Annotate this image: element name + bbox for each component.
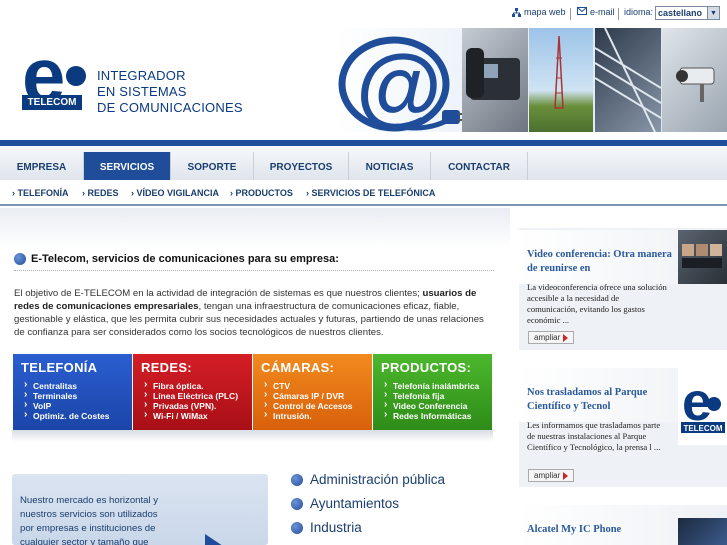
- service-box-productos[interactable]: PRODUCTOS: Telefonía inalámbrica Telefon…: [373, 354, 492, 430]
- sector-item[interactable]: Ayuntamientos: [291, 496, 399, 511]
- service-box-item[interactable]: Redes Informáticas: [381, 410, 484, 421]
- service-box-item[interactable]: Telefonía fija: [381, 390, 484, 401]
- news-body: La videoconferencia ofrece una solución …: [527, 282, 667, 325]
- subnav-video-vigilancia[interactable]: › VÍDEO VIGILANCIA: [131, 188, 219, 198]
- nav-servicios[interactable]: SERVICIOS: [84, 152, 171, 182]
- video-conference-thumbnail: [678, 230, 727, 284]
- subnav-productos[interactable]: › PRODUCTOS: [230, 188, 293, 198]
- service-box-item[interactable]: Línea Eléctrica (PLC): [141, 390, 244, 401]
- news-title[interactable]: Alcatel My IC Phone: [527, 523, 672, 537]
- tagline-line: INTEGRADOR: [97, 68, 186, 83]
- service-box-title: CÁMARAS:: [261, 360, 335, 375]
- arrow-right-icon[interactable]: [205, 534, 223, 545]
- svg-text:@: @: [356, 36, 442, 132]
- chevron-down-icon: ▼: [707, 7, 719, 19]
- divider: [570, 8, 571, 20]
- language-select[interactable]: castellano ▼: [655, 6, 720, 20]
- service-box-item[interactable]: Centralitas: [21, 380, 124, 391]
- service-box-item[interactable]: Terminales: [21, 390, 124, 401]
- service-box-title: REDES:: [141, 360, 192, 375]
- service-box-item[interactable]: Video Conferencia: [381, 400, 484, 411]
- news-divider: [519, 350, 727, 368]
- header-tagline: INTEGRADOR EN SISTEMAS DE COMUNICACIONES: [97, 68, 243, 116]
- dotted-divider: [14, 270, 494, 271]
- ic-phone-thumbnail: [678, 518, 727, 545]
- section-title: E-Telecom, servicios de comunicaciones p…: [14, 253, 339, 265]
- email-link[interactable]: e-mail: [577, 7, 615, 17]
- sector-label: Industria: [310, 520, 362, 535]
- divider: [618, 8, 619, 20]
- subnav-redes[interactable]: › REDES: [82, 188, 119, 198]
- service-box-item[interactable]: VoIP: [21, 400, 124, 411]
- sector-item[interactable]: Administración pública: [291, 472, 445, 487]
- language-select-value: castellano: [658, 8, 703, 18]
- blue-bullet-icon: [291, 473, 303, 486]
- logo-dot: [66, 66, 86, 86]
- network-cables-photo: [594, 27, 662, 133]
- section-title-text: E-Telecom, servicios de comunicaciones p…: [31, 253, 339, 265]
- e-telecom-logo[interactable]: e TELECOM: [22, 36, 86, 114]
- sector-item[interactable]: Industria: [291, 520, 362, 535]
- email-label: e-mail: [590, 7, 615, 17]
- service-box-item[interactable]: Privadas (VPN).: [141, 400, 244, 411]
- tagline-line: EN SISTEMAS: [97, 84, 187, 99]
- service-box-redes[interactable]: REDES: Fibra óptica. Línea Eléctrica (PL…: [133, 354, 252, 430]
- ampliar-button[interactable]: ampliar: [528, 469, 574, 482]
- boxes-reflection: [12, 430, 493, 442]
- antenna-tower-photo: [529, 28, 593, 132]
- blue-bullet-icon: [291, 521, 303, 534]
- nav-soporte[interactable]: SOPORTE: [171, 152, 254, 182]
- nav-proyectos[interactable]: PROYECTOS: [254, 152, 349, 182]
- logo-subtext: TELECOM: [22, 95, 82, 110]
- arrow-right-icon: [563, 333, 569, 342]
- ampliar-button[interactable]: ampliar: [528, 331, 574, 344]
- service-box-title: TELEFONÍA: [21, 360, 98, 375]
- e-telecom-thumbnail: e TELECOM: [678, 368, 727, 445]
- tagline-line: DE COMUNICACIONES: [97, 100, 243, 115]
- news-title[interactable]: Video conferencia: Otra manera de reunir…: [527, 248, 672, 276]
- top-utility-bar: mapa web e-mail idioma: castellano ▼: [0, 0, 727, 28]
- ampliar-label: ampliar: [534, 333, 561, 342]
- sitemap-icon: [512, 7, 521, 17]
- sector-label: Ayuntamientos: [310, 496, 400, 511]
- intro-paragraph: El objetivo de E-TELECOM en la actividad…: [14, 287, 496, 339]
- subnav-servicios-telefonica[interactable]: › SERVICIOS DE TELEFÓNICA: [306, 188, 435, 198]
- main-nav: EMPRESA SERVICIOS SOPORTE PROYECTOS NOTI…: [0, 140, 727, 182]
- service-box-telefonia[interactable]: TELEFONÍA Centralitas Terminales VoIP Op…: [13, 354, 132, 430]
- service-box-item[interactable]: Optimiz. de Costes: [21, 410, 124, 421]
- sector-label: Administración pública: [310, 472, 446, 487]
- ampliar-label: ampliar: [534, 471, 561, 480]
- service-box-item[interactable]: Fibra óptica.: [141, 380, 244, 391]
- news-body: Les informamos que trasladamos parte de …: [527, 420, 661, 452]
- service-box-item[interactable]: Telefonía inalámbrica: [381, 380, 484, 391]
- news-title[interactable]: Nos trasladamos al Parque Científico y T…: [527, 386, 672, 414]
- site-map-label: mapa web: [524, 7, 566, 17]
- nav-empresa[interactable]: EMPRESA: [0, 152, 84, 182]
- at-sign-cable-graphic: @: [338, 36, 465, 132]
- arrow-right-icon: [563, 471, 569, 480]
- intro-text: El objetivo de E-TELECOM en la actividad…: [14, 288, 423, 299]
- service-box-item[interactable]: CTV: [261, 380, 364, 391]
- service-box-item[interactable]: Control de Accesos: [261, 400, 364, 411]
- content-top-shade: [0, 208, 510, 248]
- service-box-item[interactable]: Wi-Fi / WiMax: [141, 410, 244, 421]
- nav-contactar[interactable]: CONTACTAR: [431, 152, 528, 182]
- envelope-icon: [577, 7, 587, 17]
- service-box-item[interactable]: Cámaras IP / DVR: [261, 390, 364, 401]
- news-divider: [519, 487, 727, 505]
- service-box-title: PRODUCTOS:: [381, 360, 472, 375]
- service-box-item[interactable]: Intrusión.: [261, 410, 364, 421]
- blue-bullet-icon: [291, 497, 303, 510]
- language-label: idioma:: [624, 7, 654, 17]
- market-info-text: Nuestro mercado es horizontal y nuestros…: [20, 495, 159, 545]
- service-box-camaras[interactable]: CÁMARAS: CTV Cámaras IP / DVR Control de…: [253, 354, 372, 430]
- blue-bullet-icon: [14, 253, 26, 265]
- phone-photo: [462, 28, 528, 132]
- svg-text:TELECOM: TELECOM: [683, 424, 722, 433]
- security-camera-photo: [662, 28, 727, 132]
- site-map-link[interactable]: mapa web: [512, 7, 566, 17]
- sub-nav: › TELEFONÍA › REDES › VÍDEO VIGILANCIA ›…: [0, 180, 727, 206]
- subnav-telefonia[interactable]: › TELEFONÍA: [12, 188, 69, 198]
- nav-noticias[interactable]: NOTICIAS: [349, 152, 431, 182]
